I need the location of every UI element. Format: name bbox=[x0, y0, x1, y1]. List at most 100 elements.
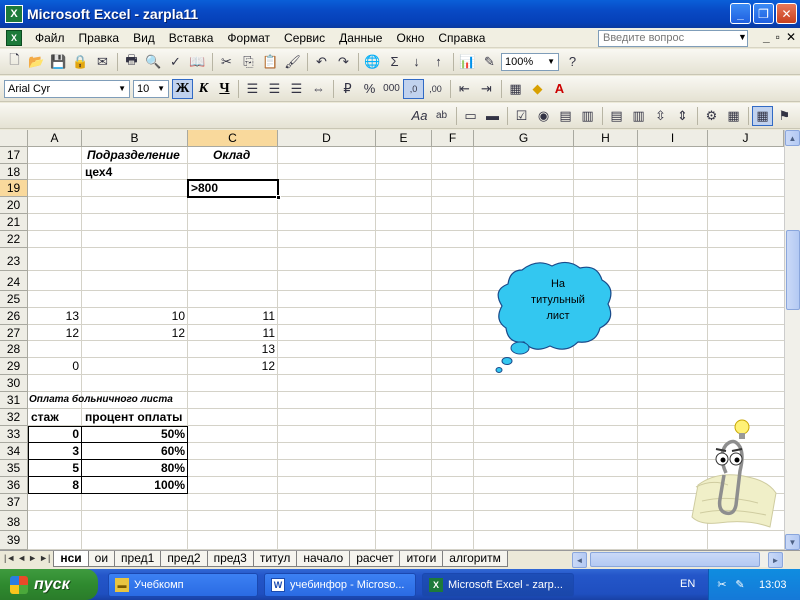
open-icon[interactable]: 📂 bbox=[26, 52, 47, 72]
row-header-26[interactable]: 26 bbox=[0, 308, 28, 325]
new-icon[interactable]: 🗋 bbox=[4, 52, 25, 72]
col-header-b[interactable]: B bbox=[82, 130, 188, 147]
run-dialog-icon[interactable]: ⚑ bbox=[774, 106, 795, 126]
cell-b35[interactable]: 80% bbox=[82, 461, 188, 475]
edit-code-icon[interactable]: ▦ bbox=[723, 106, 744, 126]
sheet-tab-titul[interactable]: титул bbox=[252, 551, 298, 567]
menu-format[interactable]: Формат bbox=[220, 31, 277, 45]
cell-b27[interactable]: 12 bbox=[82, 326, 188, 340]
comma-style-icon[interactable]: 000 bbox=[381, 79, 402, 99]
scrollbar-icon[interactable]: ⇳ bbox=[650, 106, 671, 126]
tools-icon[interactable]: ✂ bbox=[715, 578, 729, 592]
cell-c26[interactable]: 11 bbox=[188, 309, 278, 323]
spelling-icon[interactable]: ✓ bbox=[165, 52, 186, 72]
checkbox-icon[interactable]: ☑ bbox=[511, 106, 532, 126]
fill-color-icon[interactable]: ◆ bbox=[527, 79, 548, 99]
cell-b17[interactable]: Подразделение bbox=[84, 148, 183, 162]
chevron-down-icon[interactable]: ▼ bbox=[738, 32, 747, 42]
row-header-20[interactable]: 20 bbox=[0, 197, 28, 214]
scroll-down-icon[interactable]: ▼ bbox=[785, 534, 800, 550]
sheet-tab-pred3[interactable]: пред3 bbox=[206, 551, 254, 567]
font-color-icon[interactable]: A bbox=[549, 79, 570, 99]
menu-tools[interactable]: Сервис bbox=[277, 31, 332, 45]
cell-c28[interactable]: 13 bbox=[188, 342, 278, 356]
edit-box-icon[interactable]: ab bbox=[431, 106, 452, 126]
sheet-tab-pred1[interactable]: пред1 bbox=[114, 551, 162, 567]
row-header-39[interactable]: 39 bbox=[0, 531, 28, 550]
format-painter-icon[interactable]: 🖌 bbox=[282, 52, 303, 72]
col-header-c[interactable]: C bbox=[188, 130, 278, 147]
row-header-31[interactable]: 31 bbox=[0, 392, 28, 409]
prev-sheet-icon[interactable]: ◄ bbox=[17, 553, 26, 563]
align-center-icon[interactable]: ☰ bbox=[264, 79, 285, 99]
hyperlink-icon[interactable]: 🌐 bbox=[362, 52, 383, 72]
paste-icon[interactable]: 📋 bbox=[260, 52, 281, 72]
row-header-18[interactable]: 18 bbox=[0, 164, 28, 180]
row-header-24[interactable]: 24 bbox=[0, 271, 28, 291]
cell-a27[interactable]: 12 bbox=[28, 326, 82, 340]
row-header-34[interactable]: 34 bbox=[0, 443, 28, 460]
merge-center-icon[interactable]: ⇔ bbox=[308, 79, 329, 99]
italic-button[interactable]: К bbox=[193, 79, 214, 99]
sheet-tab-algoritm[interactable]: алгоритм bbox=[442, 551, 508, 567]
help-icon[interactable]: ? bbox=[562, 52, 583, 72]
cut-icon[interactable]: ✂ bbox=[216, 52, 237, 72]
menu-data[interactable]: Данные bbox=[332, 31, 389, 45]
taskbar-button-word[interactable]: W учебинфор - Microso... bbox=[264, 572, 416, 597]
doc-minimize-button[interactable]: _ bbox=[763, 30, 770, 44]
pen-icon[interactable]: ✎ bbox=[733, 578, 747, 592]
undo-icon[interactable]: ↶ bbox=[311, 52, 332, 72]
zoom-select[interactable]: 100% ▼ bbox=[501, 52, 559, 71]
workbook-icon[interactable]: X bbox=[6, 29, 22, 46]
taskbar-button-uchebkomp[interactable]: ▬ Учебкомп bbox=[108, 572, 258, 597]
redo-icon[interactable]: ↷ bbox=[333, 52, 354, 72]
col-header-h[interactable]: H bbox=[574, 130, 638, 147]
menu-help[interactable]: Справка bbox=[431, 31, 492, 45]
cell-b34[interactable]: 60% bbox=[82, 444, 188, 458]
row-header-28[interactable]: 28 bbox=[0, 341, 28, 358]
print-preview-icon[interactable]: 🔍 bbox=[143, 52, 164, 72]
button-icon[interactable]: ▬ bbox=[482, 106, 503, 126]
autosum-icon[interactable]: Σ bbox=[384, 52, 405, 72]
increase-decimal-icon[interactable]: ,0 bbox=[403, 78, 424, 99]
increase-indent-icon[interactable]: ⇥ bbox=[476, 79, 497, 99]
font-size-select[interactable]: 10 ▼ bbox=[133, 79, 169, 98]
currency-icon[interactable]: ₽ bbox=[337, 79, 358, 99]
language-indicator[interactable]: EN bbox=[680, 578, 695, 590]
control-properties-icon[interactable]: ⚙ bbox=[701, 106, 722, 126]
scroll-right-icon[interactable]: ► bbox=[768, 552, 783, 568]
next-sheet-icon[interactable]: ► bbox=[28, 553, 37, 563]
restore-button[interactable]: ❐ bbox=[753, 3, 774, 24]
help-search-input[interactable]: Введите вопрос bbox=[598, 30, 748, 47]
vertical-scrollbar[interactable]: ▲ ▼ bbox=[784, 130, 800, 550]
minimize-button[interactable]: _ bbox=[730, 3, 751, 24]
label-icon[interactable]: Aa bbox=[409, 106, 430, 126]
col-header-a[interactable]: A bbox=[28, 130, 82, 147]
menu-window[interactable]: Окно bbox=[389, 31, 431, 45]
scroll-left-icon[interactable]: ◄ bbox=[572, 552, 587, 568]
cell-a26[interactable]: 13 bbox=[28, 309, 82, 323]
combo-dropdown-icon[interactable]: ▥ bbox=[628, 106, 649, 126]
option-button-icon[interactable]: ◉ bbox=[533, 106, 554, 126]
doc-close-button[interactable]: ✕ bbox=[786, 30, 796, 44]
cell-b36[interactable]: 100% bbox=[82, 478, 188, 492]
sort-desc-icon[interactable]: ↑ bbox=[428, 52, 449, 72]
sheet-tab-itogi[interactable]: итоги bbox=[399, 551, 444, 567]
font-name-select[interactable]: Arial Cyr ▼ bbox=[4, 79, 130, 98]
cell-a33[interactable]: 0 bbox=[28, 427, 82, 441]
sheet-tab-raschet[interactable]: расчет bbox=[349, 551, 401, 567]
horizontal-scrollbar[interactable]: ◄ ► bbox=[572, 552, 784, 568]
row-header-38[interactable]: 38 bbox=[0, 511, 28, 531]
office-assistant-icon[interactable] bbox=[688, 415, 780, 533]
cell-a29[interactable]: 0 bbox=[28, 359, 82, 373]
bold-button[interactable]: Ж bbox=[172, 78, 193, 99]
decrease-indent-icon[interactable]: ⇤ bbox=[454, 79, 475, 99]
align-right-icon[interactable]: ☰ bbox=[286, 79, 307, 99]
menu-view[interactable]: Вид bbox=[126, 31, 162, 45]
sheet-tab-nsi[interactable]: нси bbox=[53, 551, 89, 567]
cell-a31[interactable]: Оплата больничного листа bbox=[28, 393, 174, 406]
sheet-tab-pred2[interactable]: пред2 bbox=[160, 551, 208, 567]
sort-asc-icon[interactable]: ↓ bbox=[406, 52, 427, 72]
decrease-decimal-icon[interactable]: ,00 bbox=[425, 79, 446, 99]
cell-c17[interactable]: Оклад bbox=[210, 148, 253, 162]
